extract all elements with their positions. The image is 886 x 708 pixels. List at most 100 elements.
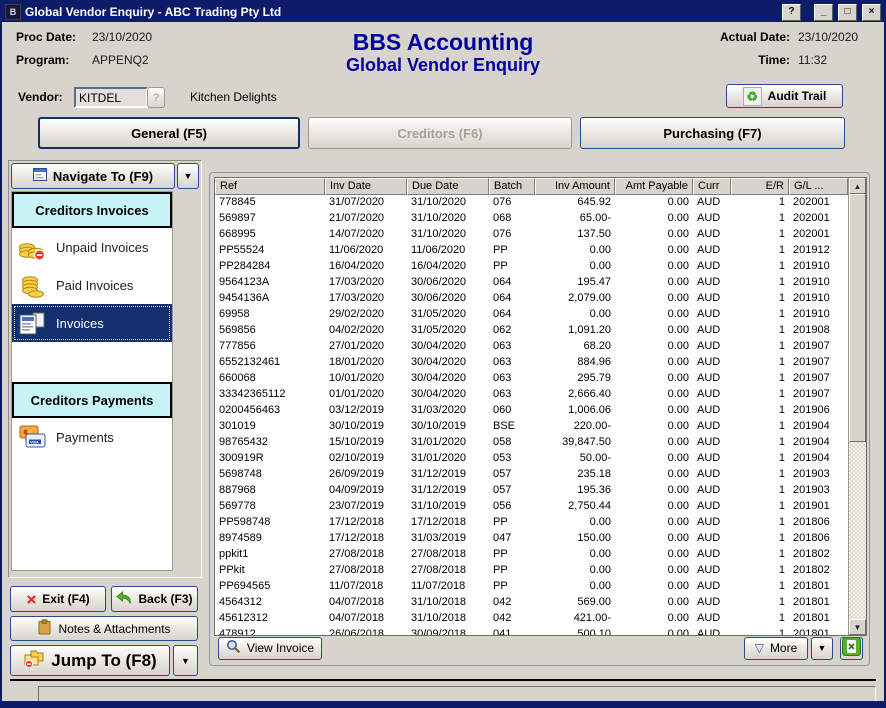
table-row[interactable]: PP28428416/04/202016/04/2020PP0.000.00AU… [215,259,848,275]
table-cell: PP [489,515,535,531]
table-cell: 300919R [215,451,325,467]
table-row[interactable]: 77884531/07/202031/10/2020076645.920.00A… [215,195,848,211]
vendor-code-input[interactable] [74,87,148,108]
table-cell: 0.00 [615,339,693,355]
view-invoice-button[interactable]: View Invoice [218,637,322,660]
table-cell: 660068 [215,371,325,387]
table-cell: 0.00 [615,419,693,435]
table-cell: 195.36 [535,483,615,499]
table-cell: AUD [693,531,731,547]
jump-to-button[interactable]: Jump To (F8) [10,645,170,676]
scrollbar-thumb[interactable] [849,194,866,442]
minimize-button[interactable]: _ [814,4,833,21]
view-invoice-label: View Invoice [247,641,314,655]
sidebar-item-label: Payments [56,430,114,445]
tab-purchasing[interactable]: Purchasing (F7) [580,117,845,149]
table-cell: 31/10/2019 [407,499,489,515]
table-cell: 1 [731,579,789,595]
table-row[interactable]: 66899514/07/202031/10/2020076137.500.00A… [215,227,848,243]
table-cell: 295.79 [535,371,615,387]
table-cell: 68.20 [535,339,615,355]
sidebar-item-invoices[interactable]: Invoices [12,304,172,342]
table-row[interactable]: 47891226/06/201830/09/2018041500.100.00A… [215,627,848,635]
table-row[interactable]: PPkit27/08/201827/08/2018PP0.000.00AUD12… [215,563,848,579]
column-header[interactable]: G/L ... [789,178,848,195]
table-cell: PP284284 [215,259,325,275]
table-row[interactable]: 9454136A17/03/202030/06/20200642,079.000… [215,291,848,307]
table-row[interactable]: 9564123A17/03/202030/06/2020064195.470.0… [215,275,848,291]
table-row[interactable]: 4561231204/07/201831/10/2018042421.00-0.… [215,611,848,627]
sidebar-item-unpaid-invoices[interactable]: Unpaid Invoices [12,228,172,266]
table-cell: 778845 [215,195,325,211]
table-cell: 69958 [215,307,325,323]
more-dropdown-arrow[interactable]: ▼ [811,637,833,660]
navigate-to-button[interactable]: Navigate To (F9) [11,163,175,189]
table-cell: 1 [731,403,789,419]
table-row[interactable]: PP59874817/12/201817/12/2018PP0.000.00AU… [215,515,848,531]
table-cell: 1 [731,195,789,211]
table-row[interactable]: 30101930/10/201930/10/2019BSE220.00-0.00… [215,419,848,435]
table-cell: 0200456463 [215,403,325,419]
vendor-lookup-button[interactable]: ? [147,87,165,108]
jump-to-dropdown-arrow[interactable]: ▼ [173,645,198,676]
audit-trail-button[interactable]: ♻ Audit Trail [726,84,843,108]
scrollbar-track[interactable] [849,194,866,619]
table-row[interactable]: 56989721/07/202031/10/202006865.00-0.00A… [215,211,848,227]
table-cell: 5698748 [215,467,325,483]
table-cell: 31/10/2020 [407,211,489,227]
column-header[interactable]: Curr [693,178,731,195]
table-cell: AUD [693,547,731,563]
close-button[interactable]: × [862,4,881,21]
scroll-down-button[interactable]: ▼ [849,619,866,635]
tab-general[interactable]: General (F5) [38,117,300,149]
column-header[interactable]: Amt Payable [615,178,693,195]
vertical-scrollbar[interactable]: ▲ ▼ [848,178,866,635]
sidebar-item-payments[interactable]: VISA Payments [12,418,172,456]
column-header[interactable]: Batch [489,178,535,195]
more-button[interactable]: ▽ More [744,637,808,660]
table-row[interactable]: 6995829/02/202031/05/20200640.000.00AUD1… [215,307,848,323]
table-cell: 0.00 [615,211,693,227]
table-row[interactable]: 655213246118/01/202030/04/2020063884.960… [215,355,848,371]
table-row[interactable]: 456431204/07/201831/10/2018042569.000.00… [215,595,848,611]
column-header[interactable]: E/R [731,178,789,195]
exit-button[interactable]: × Exit (F4) [10,586,106,612]
table-cell: 0.00 [535,243,615,259]
navigate-to-dropdown-arrow[interactable]: ▼ [177,163,199,189]
table-cell: BSE [489,419,535,435]
table-row[interactable]: ppkit127/08/201827/08/2018PP0.000.00AUD1… [215,547,848,563]
help-button[interactable]: ? [782,4,801,21]
table-row[interactable]: 77785627/01/202030/04/202006368.200.00AU… [215,339,848,355]
table-cell: 98765432 [215,435,325,451]
table-cell: 1 [731,627,789,635]
notes-attachments-button[interactable]: Notes & Attachments [10,616,198,641]
column-header[interactable]: Ref [215,178,325,195]
maximize-button[interactable]: □ [838,4,857,21]
table-cell: 16/04/2020 [407,259,489,275]
table-row[interactable]: 569874826/09/201931/12/2019057235.180.00… [215,467,848,483]
table-cell: ppkit1 [215,547,325,563]
table-row[interactable]: 897458917/12/201831/03/2019047150.000.00… [215,531,848,547]
table-row[interactable]: 9876543215/10/201931/01/202005839,847.50… [215,435,848,451]
column-header[interactable]: Inv Date [325,178,407,195]
table-row[interactable]: 3334236511201/01/202030/04/20200632,666.… [215,387,848,403]
table-row[interactable]: PP5552411/06/202011/06/2020PP0.000.00AUD… [215,243,848,259]
table-cell: 0.00 [615,275,693,291]
table-cell: AUD [693,323,731,339]
scroll-up-button[interactable]: ▲ [849,178,866,194]
table-row[interactable]: 66006810/01/202030/04/2020063295.790.00A… [215,371,848,387]
table-row[interactable]: PP69456511/07/201811/07/2018PP0.000.00AU… [215,579,848,595]
table-row[interactable]: 56977823/07/201931/10/20190562,750.440.0… [215,499,848,515]
grid-body: 77884531/07/202031/10/2020076645.920.00A… [215,195,848,635]
table-row[interactable]: 020045646303/12/201931/03/20200601,006.0… [215,403,848,419]
table-row[interactable]: 300919R02/10/201931/01/202005350.00-0.00… [215,451,848,467]
back-button[interactable]: Back (F3) [111,586,198,612]
export-excel-button[interactable] [840,637,863,660]
table-row[interactable]: 88796804/09/201931/12/2019057195.360.00A… [215,483,848,499]
table-cell: 1 [731,211,789,227]
table-cell: 1 [731,291,789,307]
column-header[interactable]: Due Date [407,178,489,195]
table-row[interactable]: 56985604/02/202031/05/20200621,091.200.0… [215,323,848,339]
sidebar-item-paid-invoices[interactable]: Paid Invoices [12,266,172,304]
column-header[interactable]: Inv Amount [535,178,615,195]
